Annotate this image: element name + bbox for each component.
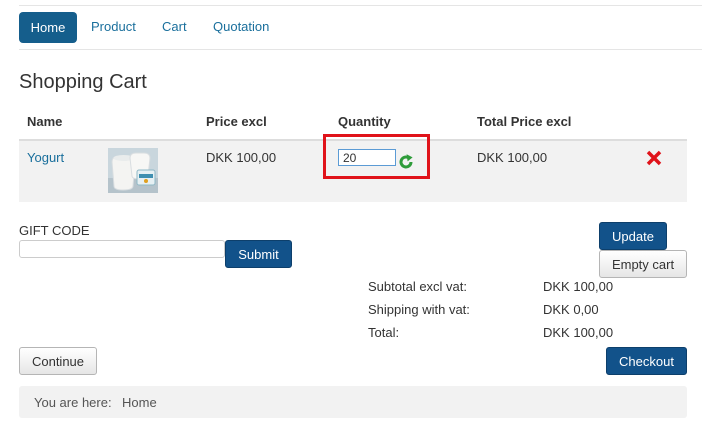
column-header-price: Price excl: [206, 114, 267, 129]
column-header-name: Name: [27, 114, 63, 129]
nav-home[interactable]: Home: [19, 12, 77, 43]
update-button[interactable]: Update: [599, 222, 667, 250]
quantity-input[interactable]: [338, 149, 396, 166]
gift-code-label: GIFT CODE: [19, 223, 90, 238]
shipping-label: Shipping with vat:: [368, 302, 470, 317]
column-header-quantity: Quantity: [338, 114, 391, 129]
row-total: DKK 100,00: [477, 150, 548, 165]
breadcrumb-prefix: You are here:: [34, 395, 112, 410]
column-header-total: Total Price excl: [477, 114, 572, 129]
product-name-link[interactable]: Yogurt: [27, 150, 64, 165]
delete-icon[interactable]: [646, 150, 662, 166]
page-title: Shopping Cart: [19, 71, 147, 93]
gift-code-input[interactable]: [19, 240, 225, 258]
shipping-value: DKK 0,00: [543, 302, 599, 317]
total-value: DKK 100,00: [543, 325, 614, 340]
product-image[interactable]: [108, 148, 158, 193]
breadcrumb: [19, 386, 687, 418]
total-label: Total:: [368, 325, 400, 340]
refresh-icon[interactable]: [397, 153, 415, 171]
empty-cart-button[interactable]: Empty cart: [599, 250, 687, 278]
nav-divider: [19, 49, 702, 50]
breadcrumb-home-link[interactable]: Home: [122, 395, 157, 410]
subtotal-value: DKK 100,00: [543, 279, 614, 294]
checkout-button[interactable]: Checkout: [606, 347, 687, 375]
row-price: DKK 100,00: [206, 150, 277, 165]
submit-button[interactable]: Submit: [225, 240, 292, 268]
continue-button[interactable]: Continue: [19, 347, 97, 375]
nav-product[interactable]: Product: [91, 19, 136, 34]
nav-quotation[interactable]: Quotation: [213, 19, 269, 34]
nav-cart[interactable]: Cart: [162, 19, 187, 34]
subtotal-label: Subtotal excl vat:: [368, 279, 467, 294]
top-divider: [19, 5, 702, 6]
